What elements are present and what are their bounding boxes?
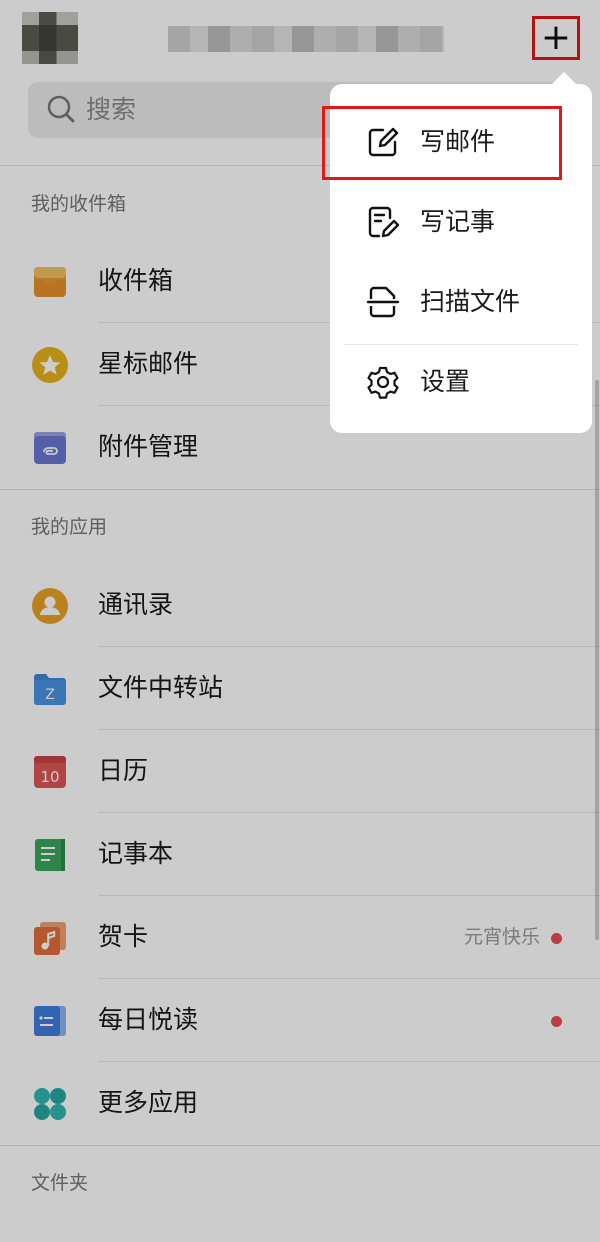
note-edit-icon xyxy=(368,206,400,238)
note-label: 写记事 xyxy=(420,207,496,236)
popup-arrow xyxy=(552,72,576,84)
scan-document-icon xyxy=(366,286,400,318)
settings-label: 设置 xyxy=(420,367,471,396)
highlight-compose xyxy=(322,106,562,180)
menu-item-note[interactable]: 写记事 xyxy=(330,184,592,262)
menu-item-scan[interactable]: 扫描文件 xyxy=(330,264,592,342)
gear-icon xyxy=(367,366,399,399)
menu-item-settings[interactable]: 设置 xyxy=(330,344,592,422)
scrollbar[interactable] xyxy=(595,380,599,940)
scan-label: 扫描文件 xyxy=(420,287,521,316)
